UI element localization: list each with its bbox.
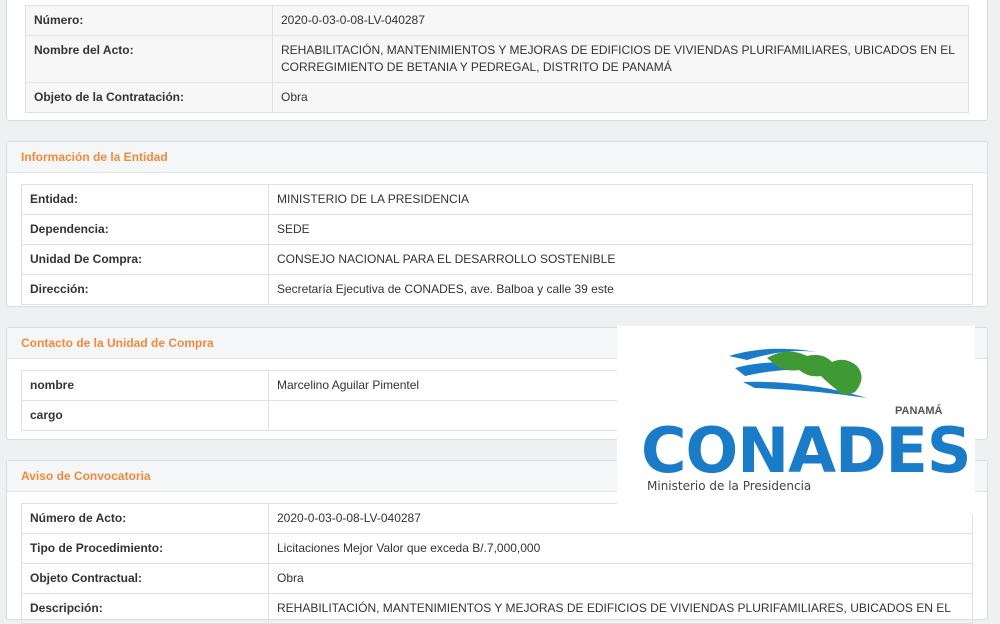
- row-value: Secretaría Ejecutiva de CONADES, ave. Ba…: [268, 274, 973, 305]
- logo-subtitle: Ministerio de la Presidencia: [647, 479, 811, 493]
- row-value: Obra: [272, 82, 969, 113]
- row-value: 2020-0-03-0-08-LV-040287: [272, 5, 969, 36]
- conades-logo-graphic: PANAMÁ CONADES Ministerio de la Presiden…: [641, 348, 972, 493]
- row-label: Objeto de la Contratación:: [25, 82, 273, 113]
- table-row: Dirección: Secretaría Ejecutiva de CONAD…: [21, 274, 973, 305]
- row-label: Descripción:: [21, 593, 269, 624]
- table-row: Unidad De Compra: CONSEJO NACIONAL PARA …: [21, 244, 973, 275]
- table-row: Objeto de la Contratación: Obra: [25, 82, 969, 113]
- row-label: Tipo de Procedimiento:: [21, 533, 269, 564]
- row-value: REHABILITACIÓN, MANTENIMIENTOS Y MEJORAS…: [268, 593, 973, 624]
- table-row: Número: 2020-0-03-0-08-LV-040287: [25, 5, 969, 36]
- row-label: Número:: [25, 5, 273, 36]
- row-label: Dependencia:: [21, 214, 269, 245]
- row-label: Objeto Contractual:: [21, 563, 269, 594]
- row-label: Entidad:: [21, 184, 269, 215]
- row-value: SEDE: [268, 214, 973, 245]
- row-label: nombre: [21, 370, 269, 401]
- entidad-table: Entidad: MINISTERIO DE LA PRESIDENCIA De…: [21, 184, 973, 305]
- row-label: cargo: [21, 400, 269, 431]
- row-label: Número de Acto:: [21, 503, 269, 534]
- acto-panel: Número: 2020-0-03-0-08-LV-040287 Nombre …: [6, 0, 988, 121]
- table-row: Objeto Contractual: Obra: [21, 563, 973, 594]
- row-label: Dirección:: [21, 274, 269, 305]
- row-value: REHABILITACIÓN, MANTENIMIENTOS Y MEJORAS…: [272, 35, 969, 83]
- conades-logo: PANAMÁ CONADES Ministerio de la Presiden…: [617, 326, 975, 514]
- table-row: Dependencia: SEDE: [21, 214, 973, 245]
- table-row: Entidad: MINISTERIO DE LA PRESIDENCIA: [21, 184, 973, 215]
- table-row: Nombre del Acto: REHABILITACIÓN, MANTENI…: [25, 35, 969, 83]
- logo-name: CONADES: [641, 414, 971, 487]
- row-label: Unidad De Compra:: [21, 244, 269, 275]
- panel-title: Información de la Entidad: [7, 142, 987, 173]
- entidad-panel: Información de la Entidad Entidad: MINIS…: [6, 141, 988, 307]
- row-value: Obra: [268, 563, 973, 594]
- row-value: CONSEJO NACIONAL PARA EL DESARROLLO SOST…: [268, 244, 973, 275]
- aviso-table: Número de Acto: 2020-0-03-0-08-LV-040287…: [21, 503, 973, 624]
- row-value: MINISTERIO DE LA PRESIDENCIA: [268, 184, 973, 215]
- row-label: Nombre del Acto:: [25, 35, 273, 83]
- row-value: Licitaciones Mejor Valor que exceda B/.7…: [268, 533, 973, 564]
- acto-table: Número: 2020-0-03-0-08-LV-040287 Nombre …: [25, 5, 969, 113]
- table-row: Tipo de Procedimiento: Licitaciones Mejo…: [21, 533, 973, 564]
- table-row: Descripción: REHABILITACIÓN, MANTENIMIEN…: [21, 593, 973, 624]
